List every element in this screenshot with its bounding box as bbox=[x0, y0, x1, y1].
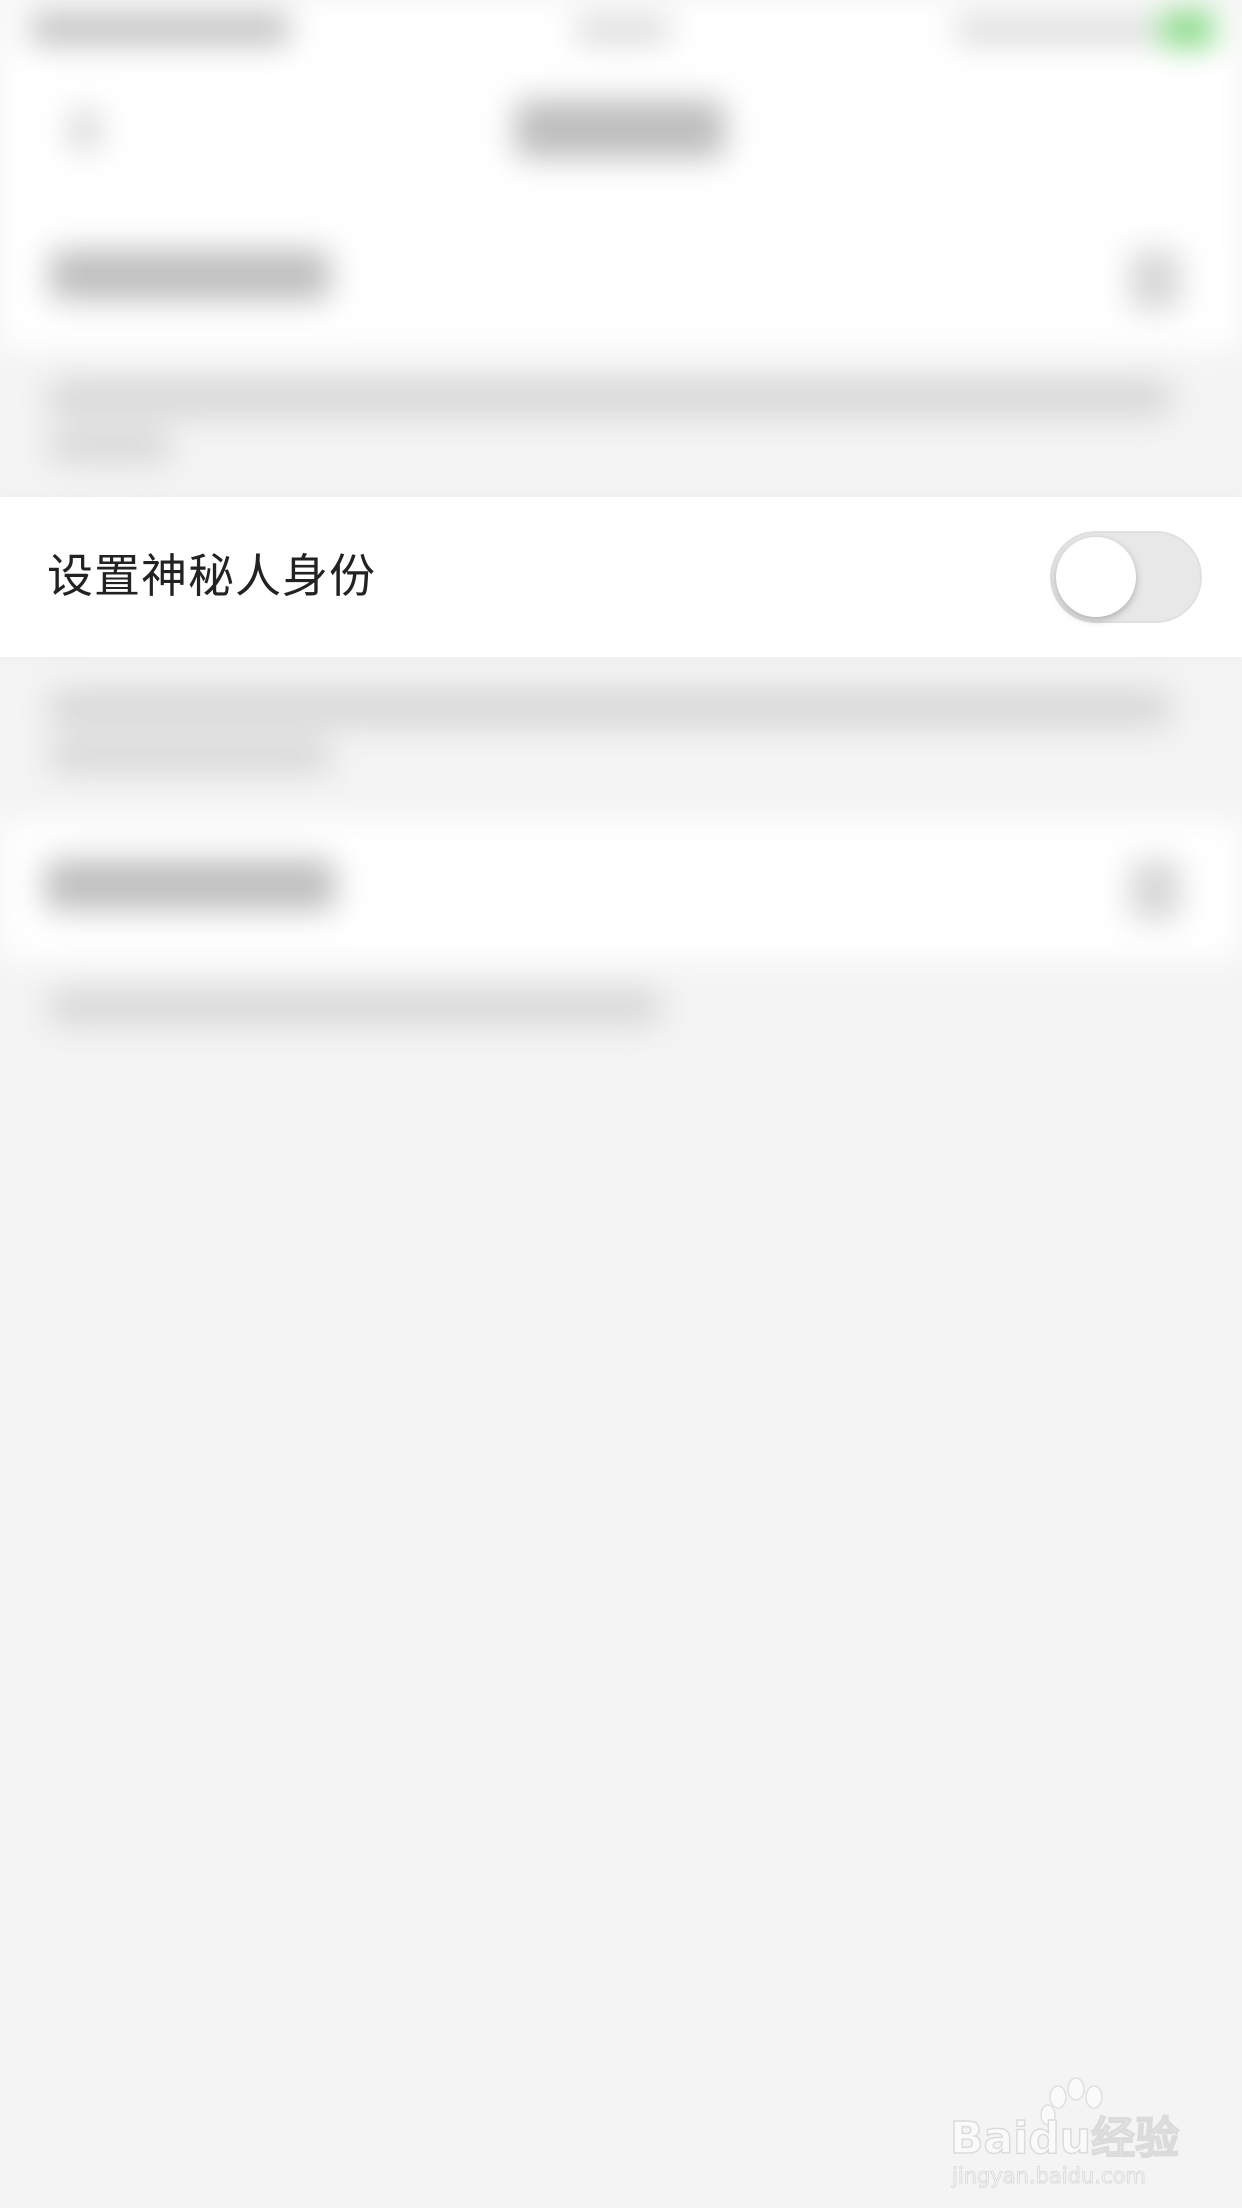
blurred-settings-row-2 bbox=[0, 820, 1242, 960]
status-bar bbox=[0, 0, 1242, 60]
navigation-bar bbox=[0, 60, 1242, 210]
baidu-jingyan-watermark: Baidu经验 jingyan.baidu.com bbox=[950, 2077, 1180, 2189]
blurred-settings-row-1 bbox=[0, 210, 1242, 350]
watermark-domain: jingyan.baidu.com bbox=[951, 2164, 1146, 2188]
mystery-identity-toggle[interactable] bbox=[1050, 531, 1202, 623]
toggle-knob bbox=[1056, 537, 1136, 617]
settings-screen: 设置神秘人身份 Baidu经验 jingyan.baidu.com bbox=[0, 0, 1242, 2208]
mystery-identity-setting-row: 设置神秘人身份 bbox=[0, 497, 1242, 657]
watermark-brand: Baidu经验 bbox=[950, 2113, 1179, 2164]
mystery-identity-label: 设置神秘人身份 bbox=[47, 549, 376, 603]
